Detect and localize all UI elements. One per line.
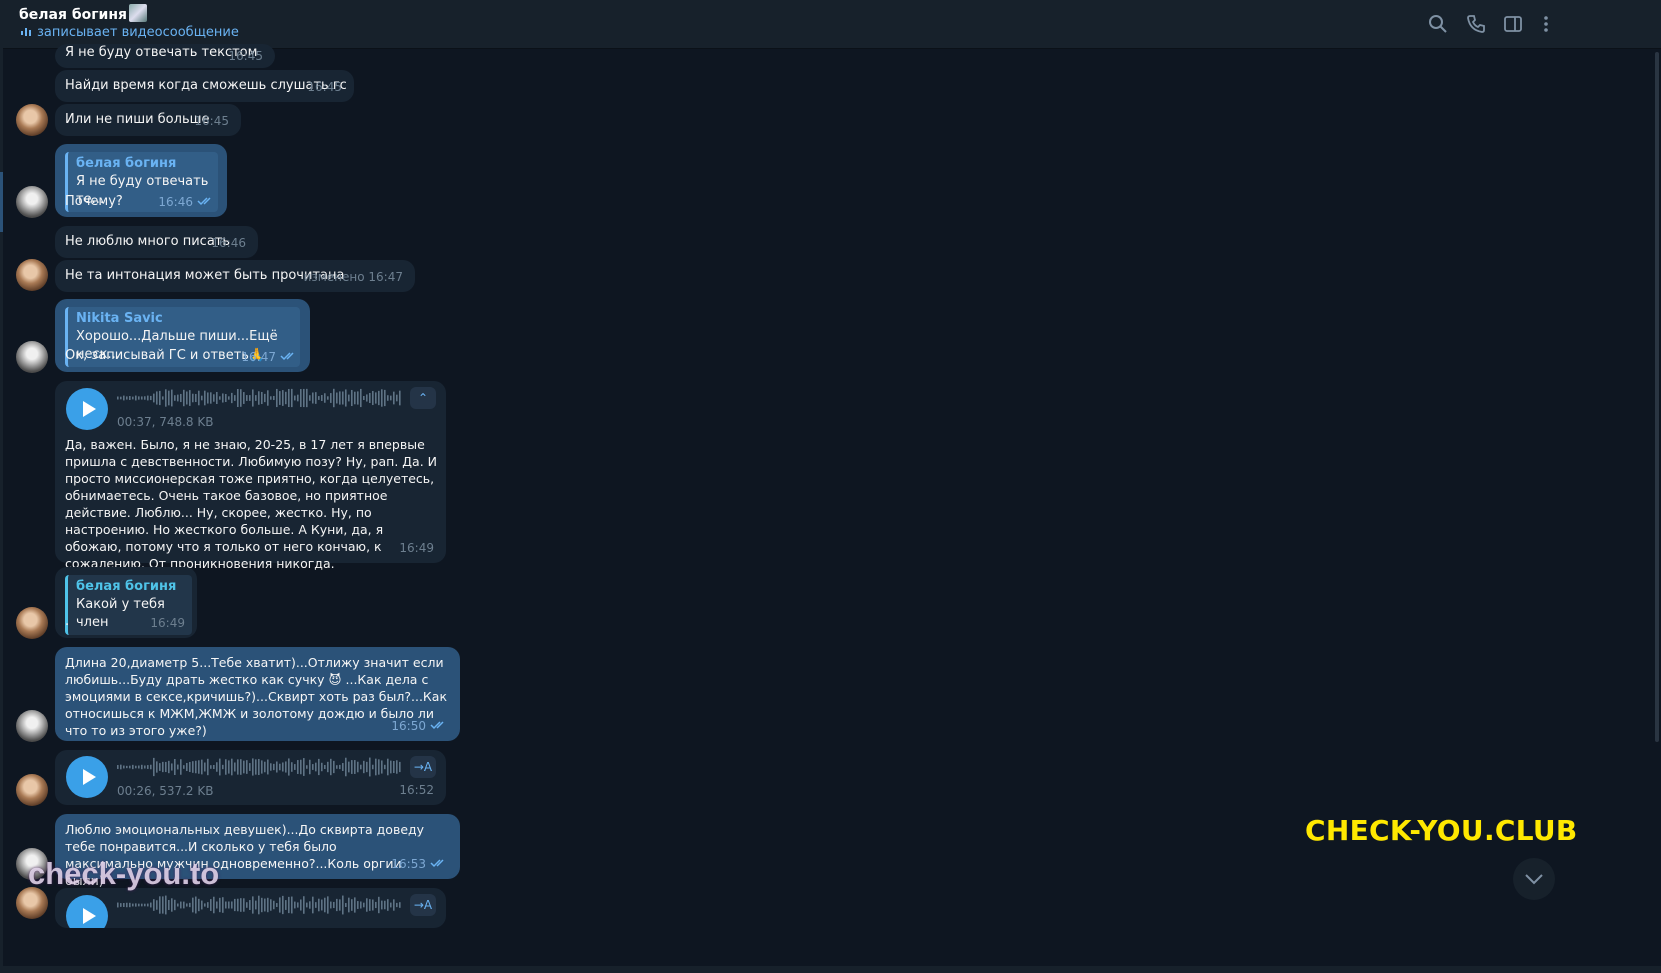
double-check-icon	[197, 197, 211, 206]
message-bubble[interactable]: Или не пиши больше 16:45	[55, 104, 241, 136]
avatar[interactable]	[16, 104, 48, 136]
avatar[interactable]	[16, 710, 48, 742]
voice-waveform[interactable]	[117, 387, 403, 409]
reply-author: белая богиня	[76, 579, 177, 594]
message-text: Почему?	[65, 194, 123, 209]
phone-icon[interactable]	[1466, 14, 1486, 34]
message-bubble[interactable]: Не та интонация может быть прочитана изм…	[55, 260, 415, 292]
message-time: 16:52	[399, 783, 434, 797]
double-check-icon	[430, 859, 444, 868]
message-time: 16:53	[391, 855, 448, 873]
voice-meta: 00:26, 537.2 KB	[117, 784, 214, 798]
message-text: .	[65, 614, 70, 629]
avatar[interactable]	[16, 186, 48, 218]
recording-bars-icon	[21, 28, 31, 36]
message-text: Не та интонация может быть прочитана	[65, 268, 345, 283]
message-bubble[interactable]: Nikita Savic Хорошо...Дальше пиши...Ещё …	[55, 299, 310, 372]
voice-meta: 00:37, 748.8 KB	[117, 415, 214, 429]
message-text: Не люблю много писать	[65, 234, 231, 249]
transcript-text: Да, важен. Было, я не знаю, 20-25, в 17 …	[65, 437, 437, 571]
message-text: Или не пиши больше	[65, 112, 210, 127]
search-icon[interactable]	[1428, 14, 1448, 34]
message-time: 16:50	[391, 717, 448, 735]
more-icon[interactable]	[1536, 14, 1556, 34]
message-time: 16:49	[150, 616, 185, 630]
message-bubble[interactable]: белая богиня Я не буду отвечать те... По…	[55, 144, 227, 217]
voice-waveform[interactable]	[117, 894, 403, 916]
avatar[interactable]	[16, 259, 48, 291]
message-bubble[interactable]: Длина 20,диаметр 5...Тебе хватит)...Отли…	[55, 647, 460, 741]
message-text: Найди время когда сможешь слушать гс	[65, 78, 347, 93]
title-emoji-icon	[129, 4, 148, 22]
scroll-down-button[interactable]	[1513, 858, 1555, 900]
chat-status-text: записывает видеосообщение	[37, 25, 239, 40]
voice-message-bubble[interactable]: ⌃ 00:37, 748.8 KB Да, важен. Было, я не …	[55, 381, 446, 571]
reply-author: Nikita Savic	[76, 311, 163, 326]
message-bubble[interactable]: Я не буду отвечать текстом 16:45	[55, 44, 275, 68]
avatar[interactable]	[16, 774, 48, 806]
watermark-club: CHECK-YOU.CLUB	[1305, 814, 1578, 847]
play-button[interactable]	[66, 895, 108, 928]
chat-title-text[interactable]: белая богиня	[19, 7, 127, 23]
voice-message-bubble[interactable]: →A 00:26, 537.2 KB 16:52	[55, 750, 446, 805]
message-time: 16:47	[241, 348, 298, 366]
reply-author: белая богиня	[76, 156, 177, 171]
message-time: 16:46	[211, 236, 246, 250]
voice-message-bubble[interactable]: →A	[55, 888, 446, 928]
message-bubble[interactable]: белая богиня Какой у тебя член . 16:49	[55, 567, 197, 638]
play-button[interactable]	[66, 756, 108, 798]
transcribe-button[interactable]: →A	[410, 756, 436, 778]
collapse-transcript-button[interactable]: ⌃	[410, 387, 436, 409]
chat-title[interactable]: белая богиня	[19, 4, 148, 23]
chat-status: записывает видеосообщение	[21, 25, 239, 40]
double-check-icon	[280, 352, 294, 361]
avatar[interactable]	[16, 607, 48, 639]
play-button[interactable]	[66, 388, 108, 430]
voice-waveform[interactable]	[117, 756, 403, 778]
chevron-down-icon	[1525, 874, 1543, 885]
message-time: 16:45	[228, 49, 263, 63]
message-time: изменено 16:47	[303, 270, 403, 284]
message-text: Ок, записывай ГС и ответь🙏	[65, 348, 266, 363]
left-panel-edge	[0, 48, 3, 973]
watermark-to: check-you.to	[28, 856, 220, 891]
scrollbar[interactable]	[1655, 52, 1659, 742]
avatar[interactable]	[16, 341, 48, 373]
transcribe-button[interactable]: →A	[410, 894, 436, 916]
sidebar-icon[interactable]	[1503, 14, 1523, 34]
message-time: 16:45	[194, 114, 229, 128]
message-time: 16:49	[399, 541, 434, 555]
message-bubble[interactable]: Найди время когда сможешь слушать гс 16:…	[55, 70, 354, 102]
double-check-icon	[430, 721, 444, 730]
message-time: 16:45	[307, 80, 342, 94]
message-time: 16:46	[158, 193, 215, 211]
chat-header: белая богиня записывает видеосообщение	[0, 0, 1661, 49]
composer-edge	[0, 966, 1661, 973]
message-bubble[interactable]: Не люблю много писать 16:46	[55, 226, 258, 258]
